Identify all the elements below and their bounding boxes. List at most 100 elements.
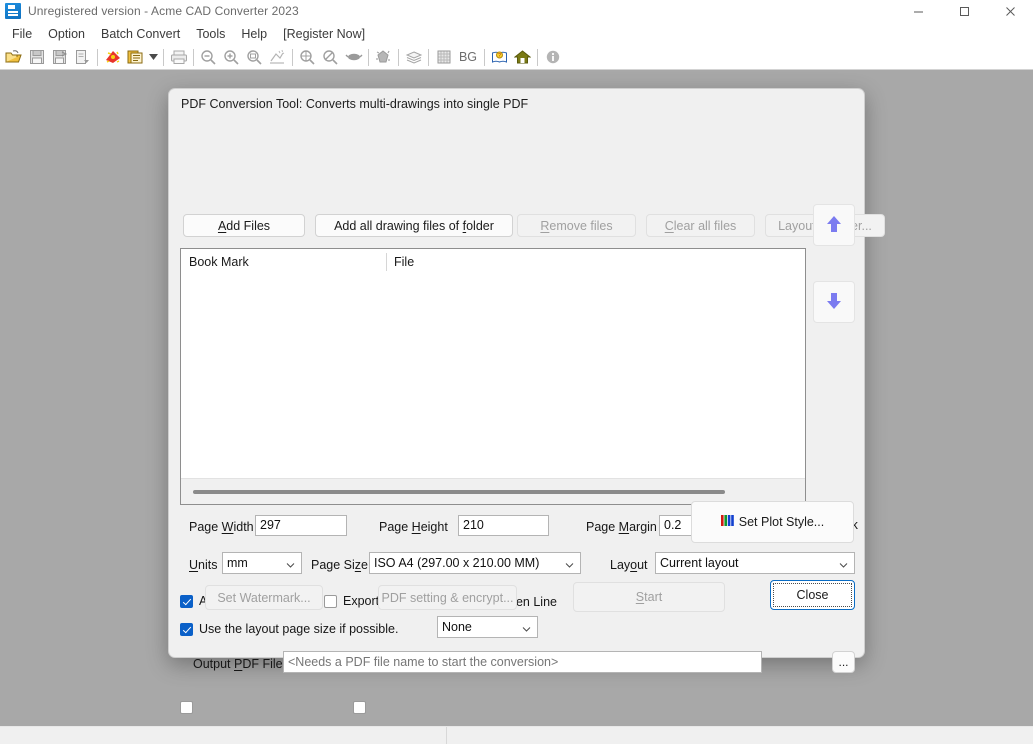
page-width-input[interactable]: 297 — [255, 515, 347, 536]
layout-label: Layout — [610, 558, 648, 572]
render-icon[interactable] — [372, 46, 395, 68]
toolbar-separator — [163, 48, 164, 66]
page-width-label: Page Width — [189, 520, 254, 534]
page-size-value: ISO A4 (297.00 x 210.00 MM) — [374, 556, 540, 570]
toolbar-separator — [428, 48, 429, 66]
browse-output-file-button[interactable]: ... — [832, 651, 855, 673]
watermark-checkbox-row[interactable] — [180, 701, 193, 714]
zoom-all-icon[interactable] — [296, 46, 319, 68]
status-bar-panel-1 — [0, 727, 447, 744]
export-icon[interactable] — [71, 46, 94, 68]
menu-item-option[interactable]: Option — [40, 24, 93, 44]
add-all-drawing-files-of-folder-button[interactable]: Add all drawing files of folder — [315, 214, 513, 237]
dropdown-arrow-icon[interactable] — [147, 46, 160, 68]
app-icon — [5, 3, 21, 19]
menu-item-register-now[interactable]: [Register Now] — [275, 24, 373, 44]
page-height-label: Page Height — [379, 520, 448, 534]
watermark-checkbox[interactable] — [180, 701, 193, 714]
print-icon[interactable] — [167, 46, 190, 68]
zoom-in-icon[interactable] — [220, 46, 243, 68]
workspace-bottom-band — [0, 717, 1033, 726]
layout-select[interactable]: Current layout — [655, 552, 855, 574]
menu-item-tools[interactable]: Tools — [188, 24, 233, 44]
svg-text:?: ? — [498, 53, 501, 59]
removes-hidden-line-select[interactable]: None — [437, 616, 538, 638]
scrollbar-thumb[interactable] — [193, 489, 725, 494]
menu-item-file[interactable]: File — [4, 24, 40, 44]
start-button[interactable]: Start — [573, 582, 725, 612]
file-list-header: Book Mark File — [181, 249, 805, 275]
chevron-down-icon — [286, 559, 295, 568]
help-book-icon[interactable]: ? — [488, 46, 511, 68]
page-size-select[interactable]: ISO A4 (297.00 x 210.00 MM) — [369, 552, 581, 574]
zoom-window-icon[interactable] — [243, 46, 266, 68]
page-height-input[interactable]: 210 — [458, 515, 549, 536]
column-header-book-mark[interactable]: Book Mark — [181, 255, 386, 269]
column-divider[interactable] — [386, 253, 387, 271]
pdf-setting-and-encrypt-button[interactable]: PDF setting & encrypt... — [378, 585, 517, 610]
plot-style-icon — [720, 514, 735, 530]
add-files-button[interactable]: Add Files — [183, 214, 305, 237]
background-color-icon[interactable]: BG — [455, 50, 481, 64]
toolbar-separator — [97, 48, 98, 66]
move-up-button[interactable] — [813, 204, 855, 246]
page-size-label: Page Size — [311, 558, 368, 572]
pan-icon[interactable] — [342, 46, 365, 68]
column-header-file[interactable]: File — [386, 255, 414, 269]
use-layout-page-size-checkbox[interactable] — [180, 622, 193, 636]
removes-hidden-line-value: None — [442, 620, 472, 634]
move-down-button[interactable] — [813, 281, 855, 323]
save-icon[interactable] — [25, 46, 48, 68]
pdf-setting-checkbox[interactable] — [353, 701, 366, 714]
move-up-icon — [825, 214, 843, 237]
clear-all-files-button[interactable]: Clear all files — [646, 214, 755, 237]
grid-icon[interactable] — [432, 46, 455, 68]
export-layer-checkbox[interactable] — [324, 594, 337, 608]
toolbar-separator — [537, 48, 538, 66]
info-icon[interactable] — [541, 46, 564, 68]
batch-convert-icon[interactable] — [124, 46, 147, 68]
pdf-convert-icon[interactable] — [101, 46, 124, 68]
save-as-icon[interactable] — [48, 46, 71, 68]
minimize-button[interactable] — [895, 0, 941, 22]
toolbar-separator — [193, 48, 194, 66]
use-layout-page-size-checkbox-row[interactable]: Use the layout page size if possible. — [180, 622, 398, 636]
layout-value: Current layout — [660, 556, 739, 570]
set-plot-style-label: Set Plot Style... — [738, 515, 825, 529]
chevron-down-icon — [522, 623, 531, 632]
toolbar-separator — [292, 48, 293, 66]
toolbar: BG ? — [0, 45, 1033, 70]
units-select[interactable]: mm — [222, 552, 302, 574]
remove-files-button[interactable]: Remove files — [517, 214, 636, 237]
zoom-extent-icon[interactable] — [266, 46, 289, 68]
status-bar — [0, 726, 1033, 744]
auto-zoom-extent-checkbox[interactable] — [180, 594, 193, 608]
home-icon[interactable] — [511, 46, 534, 68]
open-file-icon[interactable] — [2, 46, 25, 68]
units-label: Units — [189, 558, 218, 572]
set-watermark-button[interactable]: Set Watermark... — [205, 585, 323, 610]
set-plot-style-button[interactable]: Set Plot Style... — [691, 501, 854, 543]
file-list-body[interactable] — [181, 275, 805, 477]
menu-item-batch-convert[interactable]: Batch Convert — [93, 24, 188, 44]
maximize-button[interactable] — [941, 0, 987, 22]
move-down-icon — [825, 291, 843, 314]
close-button[interactable] — [987, 0, 1033, 22]
pdf-setting-checkbox-row[interactable] — [353, 701, 366, 714]
toolbar-separator — [368, 48, 369, 66]
pdf-conversion-dialog: PDF Conversion Tool: Converts multi-draw… — [168, 88, 885, 714]
layers-icon[interactable] — [402, 46, 425, 68]
toolbar-separator — [484, 48, 485, 66]
use-layout-page-size-label: Use the layout page size if possible. — [199, 622, 399, 636]
status-bar-panel-2 — [447, 727, 1033, 744]
zoom-out-icon[interactable] — [197, 46, 220, 68]
output-pdf-file-label: Output PDF File — [193, 657, 283, 671]
zoom-previous-icon[interactable] — [319, 46, 342, 68]
window-title: Unregistered version - Acme CAD Converte… — [28, 4, 299, 18]
page-margin-label: Page Margin — [586, 520, 657, 534]
menu-item-help[interactable]: Help — [233, 24, 275, 44]
chevron-down-icon — [839, 559, 848, 568]
output-pdf-file-input[interactable]: <Needs a PDF file name to start the conv… — [283, 651, 762, 673]
close-dialog-button[interactable]: Close — [770, 580, 855, 610]
file-list[interactable]: Book Mark File — [180, 248, 806, 505]
